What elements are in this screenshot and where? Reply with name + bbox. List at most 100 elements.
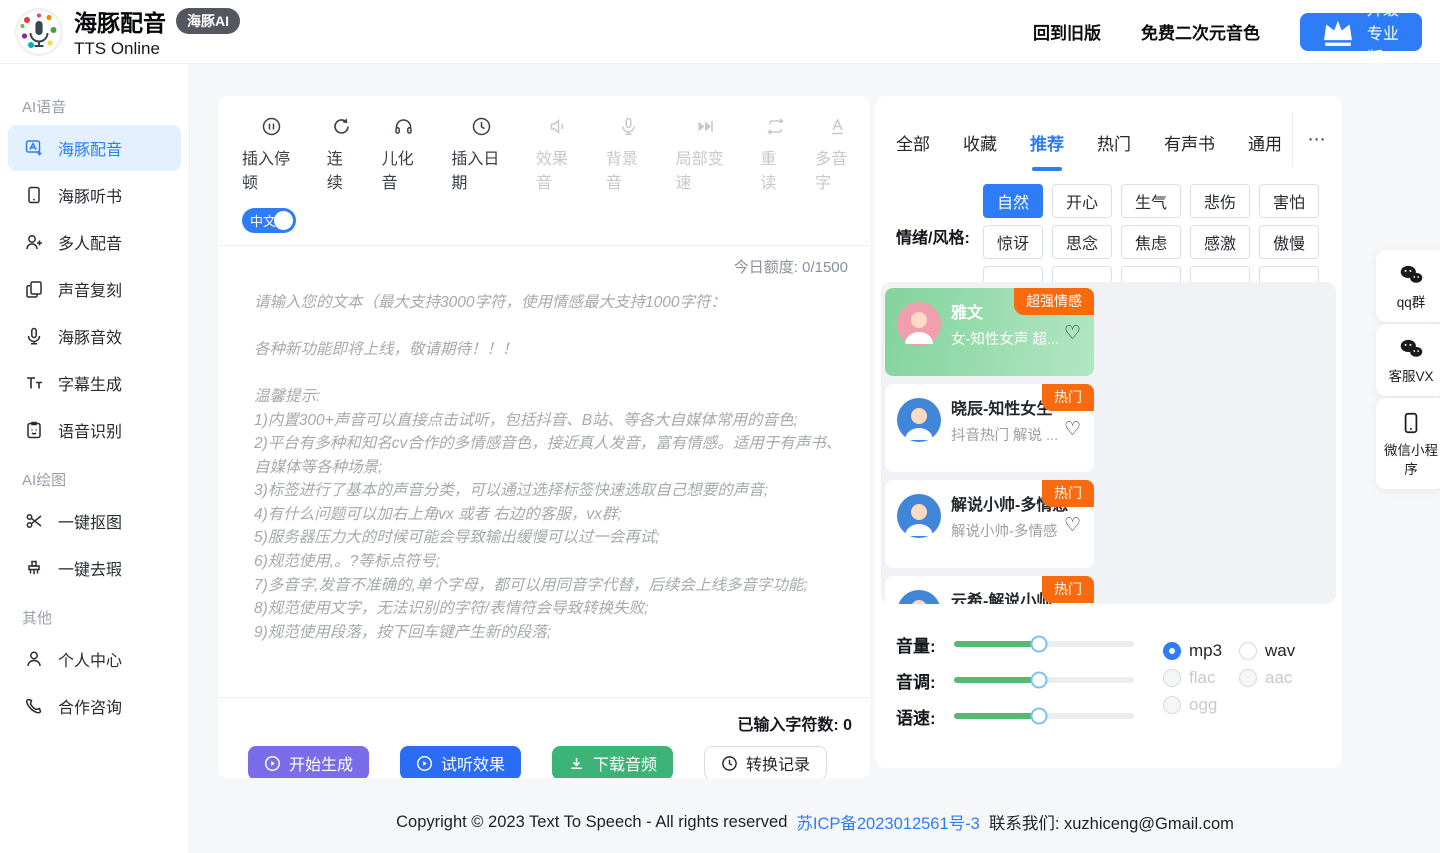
format-wav[interactable]: wav (1239, 641, 1315, 661)
sidebar-item-subtitle-gen[interactable]: 字幕生成 (8, 360, 181, 406)
back-to-old-version-link[interactable]: 回到旧版 (1033, 19, 1101, 44)
tab-recommended[interactable]: 推荐 (1030, 130, 1064, 155)
sidebar-item-profile[interactable]: 个人中心 (8, 636, 181, 682)
sidebar-item-label: 语音识别 (58, 418, 122, 442)
tab-favorites[interactable]: 收藏 (963, 130, 997, 155)
voice-avatar (897, 398, 941, 442)
text-input[interactable]: 请输入您的文本（最大支持3000字符，使用情感最大支持1000字符： 各种新功能… (254, 291, 848, 621)
emotion-grateful[interactable]: 感激 (1190, 225, 1250, 259)
sidebar-item-listen-book[interactable]: 海豚听书 (8, 172, 181, 218)
language-toggle[interactable]: 中文 (242, 208, 296, 233)
volume-slider[interactable] (954, 641, 1134, 647)
voice-card[interactable]: 超强情感 雅文 女-知性女声 超... ♡ (885, 288, 1094, 376)
slider-handle[interactable] (1030, 636, 1047, 653)
voice-desc: 抖音热门 解说 ... (951, 424, 1058, 445)
format-mp3[interactable]: mp3 (1163, 641, 1239, 661)
tab-general[interactable]: 通用 (1248, 130, 1282, 155)
voice-card-grid: 超强情感 雅文 女-知性女声 超... ♡ 热门 晓辰-知性女生 抖音热门 解说… (881, 282, 1336, 604)
emotion-miss[interactable]: 思念 (1052, 225, 1112, 259)
radio-icon (1163, 669, 1181, 687)
contact-float-widget: qq群 客服VX 微信小程序 (1376, 250, 1440, 489)
tab-all[interactable]: 全部 (896, 130, 930, 155)
qq-group-button[interactable]: qq群 (1376, 250, 1440, 322)
voice-avatar (897, 302, 941, 346)
icp-link[interactable]: 苏ICP备2023012561号-3 (796, 810, 979, 834)
emotion-proud[interactable]: 傲慢 (1259, 225, 1319, 259)
toolbar-stress[interactable]: 重读 (760, 116, 790, 193)
sidebar-item-sound-effects[interactable]: 海豚音效 (8, 313, 181, 359)
toolbar-erhua[interactable]: 儿化音 (382, 116, 427, 193)
voice-card[interactable]: 热门 晓辰-知性女生 抖音热门 解说 ... ♡ (885, 384, 1094, 472)
sidebar-item-multi-voice[interactable]: 多人配音 (8, 219, 181, 265)
generate-button[interactable]: 开始生成 (248, 746, 369, 778)
format-options: mp3 wav flac aac ogg (1163, 637, 1315, 718)
radio-icon (1239, 669, 1257, 687)
toolbar-background-sound[interactable]: 背景音 (606, 116, 651, 193)
customer-service-vx-button[interactable]: 客服VX (1376, 324, 1440, 396)
voice-info: 晓辰-知性女生 抖音热门 解说 ... (951, 398, 1058, 472)
speed-slider[interactable] (954, 713, 1134, 719)
slider-handle[interactable] (1030, 708, 1047, 725)
toolbar-continuous[interactable]: 连续 (327, 116, 357, 193)
emotion-anxious[interactable]: 焦虑 (1121, 225, 1181, 259)
sidebar-item-label: 海豚配音 (58, 136, 122, 160)
emotion-happy[interactable]: 开心 (1052, 184, 1112, 218)
free-anime-voice-link[interactable]: 免费二次元音色 (1141, 19, 1260, 44)
sidebar-item-dolphin-dubbing[interactable]: 海豚配音 (8, 125, 181, 171)
editor-toolbar: 插入停顿 连续 儿化音 插入日期 效果音 背景音 局部变速 重读 (218, 96, 870, 193)
emotion-surprise[interactable]: 惊讶 (983, 225, 1043, 259)
format-ogg[interactable]: ogg (1163, 695, 1239, 715)
slider-handle[interactable] (1030, 672, 1047, 689)
sidebar-item-speech-recognition[interactable]: 语音识别 (8, 407, 181, 453)
app-title-block: 海豚配音 海豚AI TTS Online (74, 4, 240, 59)
float-label: 微信小程序 (1380, 442, 1440, 478)
language-toggle-label: 中文 (250, 211, 276, 230)
sidebar-item-cooperation[interactable]: 合作咨询 (8, 683, 181, 729)
voice-badge: 热门 (1042, 576, 1094, 603)
emotion-natural[interactable]: 自然 (983, 184, 1043, 218)
sidebar-item-cutout[interactable]: 一键抠图 (8, 498, 181, 544)
dubbing-icon (24, 138, 44, 158)
download-audio-button[interactable]: 下载音频 (552, 746, 673, 778)
upgrade-pro-button[interactable]: 升级专业版 (1300, 13, 1422, 51)
voice-card[interactable]: 热门 云希-解说小帅 解说小帅 抖音... ♡ (885, 576, 1094, 604)
wechat-icon (1398, 336, 1424, 362)
tab-audiobook[interactable]: 有声书 (1164, 130, 1215, 155)
recognition-icon (24, 420, 44, 440)
voice-card[interactable]: 热门 解说小帅-多情感 解说小帅-多情感 ♡ (885, 480, 1094, 568)
tab-hot[interactable]: 热门 (1097, 130, 1131, 155)
editor-panel: 插入停顿 连续 儿化音 插入日期 效果音 背景音 局部变速 重读 (218, 96, 870, 778)
favorite-heart-icon[interactable]: ♡ (1064, 322, 1081, 345)
conversion-history-button[interactable]: 转换记录 (704, 746, 827, 778)
voice-badge: 热门 (1042, 384, 1094, 411)
toolbar-sound-effect[interactable]: 效果音 (536, 116, 581, 193)
pitch-label: 音调: (896, 668, 954, 693)
upgrade-pro-label: 升级专业版 (1367, 0, 1405, 68)
toolbar-insert-date[interactable]: 插入日期 (451, 116, 511, 193)
preview-button[interactable]: 试听效果 (400, 746, 521, 778)
pitch-slider[interactable] (954, 677, 1134, 683)
sidebar-item-label: 海豚听书 (58, 183, 122, 207)
voice-name: 云希-解说小帅 (951, 590, 1054, 604)
format-flac[interactable]: flac (1163, 668, 1239, 688)
emotion-angry[interactable]: 生气 (1121, 184, 1181, 218)
toolbar-polyphonic[interactable]: 多音字 (815, 116, 860, 193)
history-clock-icon (721, 755, 738, 772)
sidebar-item-retouch[interactable]: 一键去瑕 (8, 545, 181, 591)
char-count-value: 0 (843, 717, 852, 734)
favorite-heart-icon[interactable]: ♡ (1064, 514, 1081, 537)
wechat-miniprogram-button[interactable]: 微信小程序 (1376, 398, 1440, 488)
emotion-sad[interactable]: 悲伤 (1190, 184, 1250, 218)
toolbar-partial-speed[interactable]: 局部变速 (676, 116, 736, 193)
radio-icon (1163, 696, 1181, 714)
emotion-fear[interactable]: 害怕 (1259, 184, 1319, 218)
download-icon (568, 755, 585, 772)
format-aac[interactable]: aac (1239, 668, 1315, 688)
favorite-heart-icon[interactable]: ♡ (1064, 418, 1081, 441)
toolbar-insert-pause[interactable]: 插入停顿 (242, 116, 302, 193)
sidebar-item-voice-clone[interactable]: 声音复刻 (8, 266, 181, 312)
app-subtitle: TTS Online (74, 39, 240, 59)
sidebar-section-ai-voice: AI语音 (0, 96, 189, 117)
tabs-more-button[interactable]: ⋯ (1292, 112, 1340, 166)
fast-forward-icon (695, 116, 716, 137)
